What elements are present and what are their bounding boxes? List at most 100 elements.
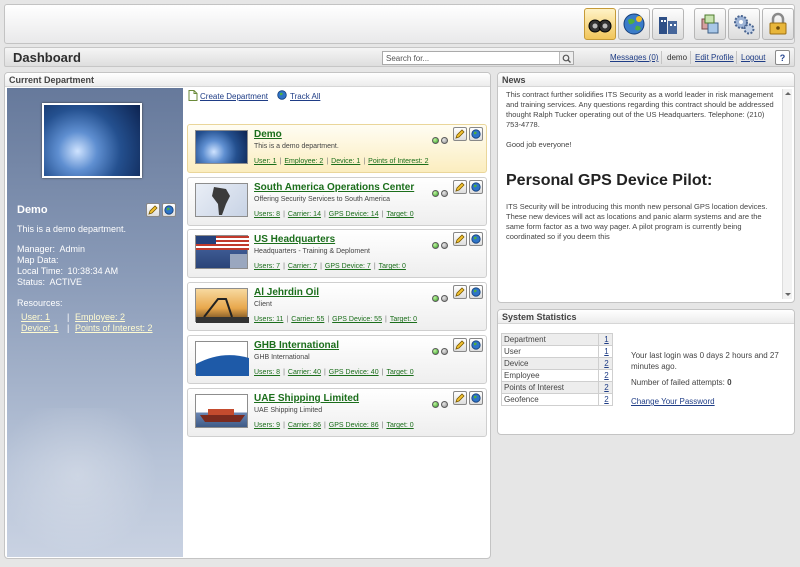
buildings-button[interactable] [652,8,684,40]
south-america-map-icon [212,187,230,215]
stat-link[interactable]: Users: 8 [254,369,280,376]
stat-value[interactable]: 2 [598,369,613,382]
panel-title: News [498,73,794,87]
detail-map-data: Map Data: [17,255,59,265]
boxes-button[interactable] [694,8,726,40]
change-password-link[interactable]: Change Your Password [631,397,715,406]
stat-label: Employee [501,369,599,382]
edit-department-button[interactable] [453,338,467,352]
stat-link[interactable]: Carrier: 7 [288,263,317,270]
globe-button[interactable] [618,8,650,40]
stat-link[interactable]: Users: 7 [254,263,280,270]
globe-icon [471,287,481,297]
header-divider [690,51,691,64]
track-department-button[interactable] [162,203,176,217]
stat-link[interactable]: Device: 1 [331,158,360,165]
stat-link[interactable]: Points of Interest: 2 [368,158,428,165]
status-offline-indicator [441,242,448,249]
stat-link[interactable]: Users: 9 [254,422,280,429]
track-department-button[interactable] [469,232,483,246]
status-offline-indicator [441,295,448,302]
stat-value[interactable]: 1 [598,333,613,346]
search-box [382,51,574,65]
stat-link[interactable]: Target: 0 [386,369,413,376]
stat-link[interactable]: Target: 0 [379,263,406,270]
stat-link[interactable]: Target: 0 [386,211,413,218]
track-department-button[interactable] [469,285,483,299]
search-input[interactable] [383,52,558,64]
stat-link[interactable]: Carrier: 40 [288,369,321,376]
track-department-button[interactable] [469,180,483,194]
department-name-link[interactable]: US Headquarters [254,234,335,245]
resource-employee-link[interactable]: Employee: 2 [75,312,125,322]
department-sidebar: Demo This is a demo department. Manager:… [7,88,183,557]
stat-link[interactable]: GPS Device: 55 [332,316,382,323]
department-name-link[interactable]: GHB International [254,340,339,351]
stat-value[interactable]: 2 [598,393,613,406]
edit-department-button[interactable] [453,285,467,299]
edit-department-button[interactable] [453,391,467,405]
department-actions: Create Department Track All [186,89,486,103]
stat-link[interactable]: Target: 0 [390,316,417,323]
department-name-link[interactable]: Al Jehrdin Oil [254,287,319,298]
department-photo [42,103,142,178]
track-department-button[interactable] [469,127,483,141]
messages-link[interactable]: Messages (0) [610,53,658,62]
lock-button[interactable] [762,8,794,40]
stat-link[interactable]: GPS Device: 14 [329,211,379,218]
edit-department-button[interactable] [453,232,467,246]
stat-separator: | [283,369,285,376]
news-scrollbar[interactable] [782,89,792,299]
edit-profile-link[interactable]: Edit Profile [695,53,734,62]
status-offline-indicator [441,190,448,197]
department-subtitle: Headquarters - Training & Deploment [254,248,370,255]
table-row: Points of Interest 2 [501,381,613,394]
statistics-table: Department 1 User 1 Device 2 Employee 2 Poin… [501,333,613,406]
stat-link[interactable]: Carrier: 86 [288,422,321,429]
tracking-button[interactable] [584,8,616,40]
settings-button[interactable] [728,8,760,40]
logout-link[interactable]: Logout [741,53,765,62]
track-department-button[interactable] [469,338,483,352]
edit-department-button[interactable] [453,180,467,194]
track-all-link[interactable]: Track All [290,92,320,101]
stat-link[interactable]: Employee: 2 [284,158,323,165]
edit-department-button[interactable] [453,127,467,141]
stat-link[interactable]: Users: 8 [254,211,280,218]
department-name-link[interactable]: Demo [254,129,282,140]
pencil-icon [455,182,465,192]
stat-value[interactable]: 2 [598,381,613,394]
stat-link[interactable]: Target: 0 [386,422,413,429]
create-department-link[interactable]: Create Department [200,92,268,101]
resource-user-link[interactable]: User: 1 [21,312,50,322]
stat-link[interactable]: GPS Device: 40 [329,369,379,376]
stat-link[interactable]: Carrier: 14 [288,211,321,218]
stat-link[interactable]: User: 1 [254,158,277,165]
stat-value[interactable]: 2 [598,357,613,370]
globe-watermark [7,408,183,557]
stat-separator: | [323,369,326,376]
help-button[interactable]: ? [775,50,790,65]
globe-icon [164,205,174,215]
department-description: This is a demo department. [17,224,127,234]
resource-poi-link[interactable]: Points of Interest: 2 [75,323,153,333]
stat-link[interactable]: GPS Device: 86 [329,422,379,429]
edit-department-button[interactable] [146,203,160,217]
status-online-indicator [432,295,439,302]
stat-link[interactable]: GPS Device: 7 [325,263,371,270]
department-name-link[interactable]: UAE Shipping Limited [254,393,359,404]
pencil-icon [455,393,465,403]
department-card: US Headquarters Headquarters - Training … [187,229,487,278]
boxes-icon [701,14,719,34]
department-name-link[interactable]: South America Operations Center [254,182,414,193]
department-stats: User: 1 | Employee: 2 | Device: 1 | Points of … [254,158,428,165]
track-department-button[interactable] [469,391,483,405]
department-thumbnail [195,394,248,428]
stat-link[interactable]: Users: 11 [254,316,283,323]
department-stats: Users: 8 | Carrier: 14 | GPS Device: 14 | Targ… [254,211,414,218]
search-button[interactable] [559,52,573,64]
resource-device-link[interactable]: Device: 1 [21,323,59,333]
table-row: User 1 [501,345,613,358]
stat-value[interactable]: 1 [598,345,613,358]
stat-link[interactable]: Carrier: 55 [291,316,324,323]
